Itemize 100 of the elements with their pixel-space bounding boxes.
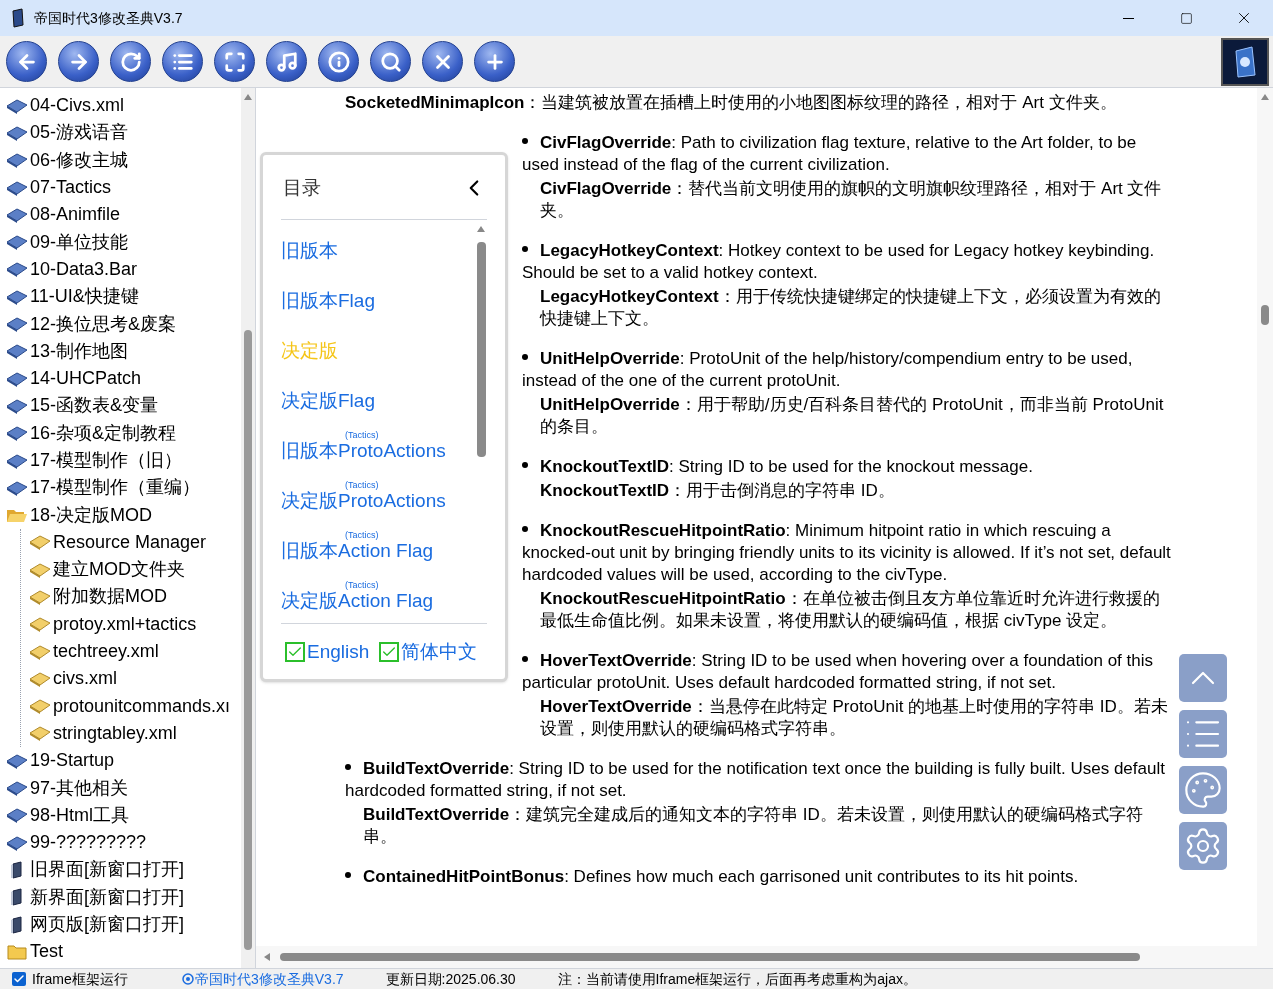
tree-item[interactable]: 11-UI&快捷键	[30, 283, 139, 311]
toolbar-button[interactable]	[162, 41, 203, 82]
tree-item[interactable]: 19-Startup	[30, 747, 115, 775]
update-date: 更新日期:2025.06.30	[385, 969, 516, 989]
tree-item[interactable]: Resource Manager	[53, 528, 207, 556]
status-note: 注：当前请使用Iframe框架运行，后面再考虑重构为ajax。	[557, 969, 917, 989]
scrollbar-thumb[interactable]	[1261, 305, 1269, 325]
description-zh: LegacyHotkeyContext：用于传统快捷键绑定的快捷键上下文，必须设置为有效的快捷键上下文。	[538, 286, 1162, 330]
tree-item[interactable]: 13-制作地图	[30, 337, 128, 365]
description-en: ContainedHitPointBonus: Defines how much each garrisoned unit contributes to its hit points.	[345, 866, 1173, 888]
description-zh: UnitHelpOverride：用于帮助/历史/百科条目替代的 ProtoUnit，而非当前 ProtoUnit 的条目。	[539, 394, 1165, 438]
toc-note: (Tactics)	[345, 529, 379, 542]
tree-item[interactable]: 08-Animfile	[30, 201, 121, 229]
checkbox[interactable]	[285, 641, 305, 662]
app-link[interactable]: 帝国时代3修改圣典V3.7	[195, 968, 344, 989]
book-icon	[6, 342, 28, 361]
scroll-up-icon[interactable]	[1261, 94, 1269, 100]
tree-item[interactable]: 新界面[新窗口打开]	[30, 883, 184, 911]
tree-item[interactable]: 04-Civs.xml	[30, 92, 124, 120]
toc-item[interactable]: 决定版Flag	[281, 390, 375, 412]
page-icon	[29, 588, 51, 606]
tree-item[interactable]: 06-修改主城	[30, 146, 128, 174]
toolbar-button[interactable]	[370, 41, 411, 82]
tree-item[interactable]: 97-其他相关	[30, 774, 128, 802]
toolbar-button[interactable]	[6, 41, 47, 82]
tree-item[interactable]: civs.xml	[53, 665, 117, 693]
tree-item[interactable]: 14-UHCPatch	[30, 365, 142, 393]
description-zh: CivFlagOverride：替代当前文明使用的旗帜的文明旗帜纹理路径，相对于 Art 文件夹。	[539, 178, 1163, 222]
scroll-up-icon[interactable]	[477, 226, 485, 232]
tree-item[interactable]: 建立MOD文件夹	[53, 556, 185, 584]
description-en: BuildTextOverride: String ID to be used for the notification text once the building is fully built. Uses default hardcoded formatted string, if not set.	[345, 758, 1166, 802]
tree-item[interactable]: protoy.xml+tactics	[53, 610, 197, 638]
tree-item[interactable]: 99-?????????	[30, 829, 147, 857]
tree-item[interactable]: protounitcommands.xı	[53, 692, 231, 720]
description-en: UnitHelpOverride: ProtoUnit of the help/history/compendium entry to be used, instead of the one of the current protoUnit.	[522, 348, 1134, 392]
tree-item[interactable]: 网页版[新窗口打开]	[30, 911, 184, 939]
maximize-icon	[1179, 11, 1193, 25]
toolbar-button[interactable]	[214, 41, 255, 82]
book-icon	[6, 806, 28, 825]
book-icon	[6, 233, 28, 252]
toolbar-button[interactable]	[110, 41, 151, 82]
page-icon	[29, 533, 51, 552]
scrollbar[interactable]	[1257, 88, 1273, 946]
checkbox[interactable]	[379, 641, 400, 662]
scrollbar[interactable]	[241, 88, 255, 968]
music-icon	[275, 50, 298, 73]
floating-button[interactable]	[1179, 766, 1227, 814]
description-en: KnockoutTextID: String ID to be used for the knockout message.	[522, 456, 1173, 478]
scrollbar-thumb[interactable]	[476, 242, 486, 457]
tree-item[interactable]: stringtabley.xml	[53, 719, 177, 747]
description-zh: BuildTextOverride：建筑完全建成后的通知文本的字符串 ID。若未设置，则使用默认的硬编码格式字符串。	[362, 804, 1144, 848]
floating-button[interactable]	[1179, 710, 1227, 758]
toc-note: (Tactics)	[345, 579, 379, 592]
description-zh: HoverTextOverride：当悬停在此特定 ProtoUnit 的地基上时使用的字符串 ID。若未设置，则使用默认的硬编码格式字符串。	[539, 696, 1169, 740]
floating-button[interactable]	[1179, 822, 1227, 870]
app-logo	[1221, 37, 1269, 86]
book-icon	[6, 260, 28, 279]
tree-item[interactable]: 98-Html工具	[30, 801, 129, 829]
scrollbar-thumb[interactable]	[280, 953, 1140, 961]
tree-item[interactable]: 16-杂项&定制教程	[30, 419, 177, 447]
tree-item[interactable]: 09-单位技能	[30, 228, 128, 256]
scroll-up-icon[interactable]	[244, 94, 252, 100]
language-label[interactable]: 简体中文	[401, 640, 478, 663]
toc-item[interactable]: 旧版本Flag	[281, 290, 375, 312]
horizontal-scrollbar[interactable]	[256, 946, 1273, 968]
tree-item[interactable]: 附加数据MOD	[53, 583, 167, 611]
language-label[interactable]: English	[307, 640, 370, 663]
description-en: HoverTextOverride: String ID to be used when hovering over a foundation of this particular protoUnit. Uses default hardcoded formatted string, if not set.	[522, 650, 1154, 694]
refresh-icon	[119, 50, 142, 73]
tree-item[interactable]: 12-换位思考&废案	[30, 310, 177, 338]
tree-item[interactable]: 18-决定版MOD	[30, 501, 152, 529]
toolbar-button[interactable]	[266, 41, 307, 82]
toolbar-button[interactable]	[318, 41, 359, 82]
tree-item[interactable]: Test	[30, 938, 63, 966]
tree-item[interactable]: 10-Data3.Bar	[30, 255, 138, 283]
toc-item[interactable]: 决定版Action Flag	[281, 590, 434, 612]
info-icon	[327, 50, 350, 73]
check-icon	[13, 973, 25, 985]
tree-item[interactable]: 15-函数表&变量	[30, 392, 159, 420]
toc-item[interactable]: 旧版本Action Flag	[281, 540, 434, 562]
toc-item[interactable]: 旧版本ProtoActions	[281, 440, 446, 462]
tree-item[interactable]: 旧界面[新窗口打开]	[30, 856, 184, 884]
tree-item[interactable]: 17-模型制作（重编）	[30, 474, 200, 502]
toc-item[interactable]: 决定版ProtoActions	[281, 490, 446, 512]
floating-button[interactable]	[1179, 654, 1227, 702]
checkbox[interactable]	[12, 972, 26, 986]
tree-item[interactable]: techtreey.xml	[53, 638, 159, 666]
description-zh: KnockoutTextID：用于击倒消息的字符串 ID。	[539, 480, 896, 502]
toolbar-button[interactable]	[58, 41, 99, 82]
palette-icon	[1183, 770, 1223, 810]
scrollbar-thumb[interactable]	[244, 330, 252, 950]
toc-item[interactable]: 旧版本	[281, 240, 338, 262]
page-icon	[29, 615, 51, 634]
toolbar-button[interactable]	[474, 41, 515, 82]
tree-item[interactable]: 07-Tactics	[30, 174, 112, 202]
tree-item[interactable]: 17-模型制作（旧）	[30, 447, 182, 474]
tree-item[interactable]: 05-游戏语音	[30, 119, 128, 147]
scroll-left-icon[interactable]	[264, 953, 270, 961]
description-zh: SocketedMinimapIcon：当建筑被放置在插槽上时使用的小地图图标纹理的路径，相对于 Art 文件夹。	[345, 92, 1118, 114]
toolbar-button[interactable]	[422, 41, 463, 82]
